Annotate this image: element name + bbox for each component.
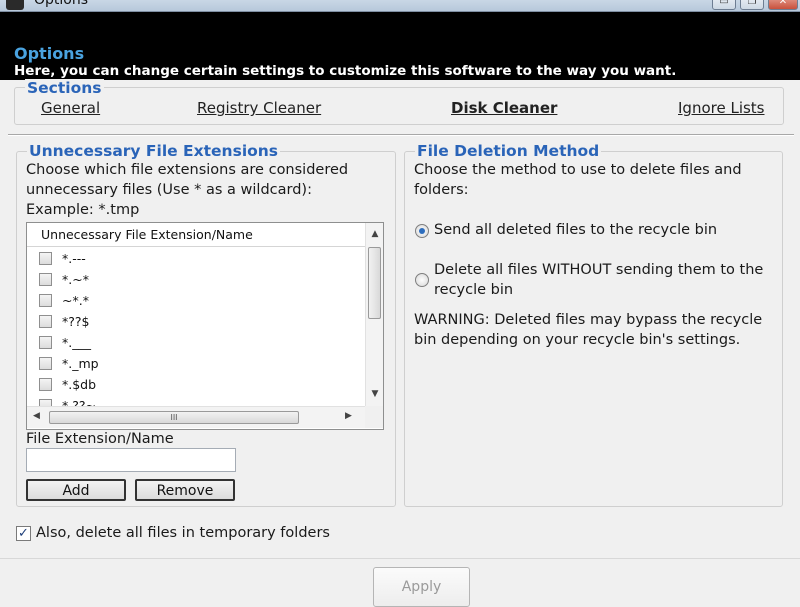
list-item[interactable]: *.$db [27, 374, 365, 395]
list-item[interactable]: ~*.* [27, 290, 365, 311]
extensions-example: Example: *.tmp [26, 202, 140, 218]
list-item[interactable]: *.___ [27, 332, 365, 353]
list-item[interactable]: *._mp [27, 353, 365, 374]
scroll-right-icon[interactable]: ▶ [345, 411, 352, 421]
list-item[interactable]: *??$ [27, 311, 365, 332]
item-name: *.___ [62, 335, 91, 350]
deletion-description-line2: folders: [414, 182, 469, 198]
add-button[interactable]: Add [26, 479, 126, 501]
remove-button[interactable]: Remove [135, 479, 235, 501]
tab-registry-cleaner[interactable]: Registry Cleaner [197, 99, 321, 117]
item-checkbox[interactable] [39, 378, 52, 391]
recycle-bin-option-label[interactable]: Send all deleted files to the recycle bi… [434, 221, 717, 240]
item-name: *.$db [62, 377, 97, 392]
temp-folders-label[interactable]: Also, delete all files in temporary fold… [36, 524, 330, 543]
footer-separator [0, 558, 800, 559]
field-label: File Extension/Name [26, 431, 174, 447]
separator [8, 134, 794, 136]
list-rows: *.--- *.~* ~*.* *??$ *.___ *._mp *.$db *… [27, 248, 365, 406]
tab-general[interactable]: General [41, 99, 100, 117]
horizontal-scroll-thumb[interactable]: III [49, 411, 299, 424]
tab-disk-cleaner[interactable]: Disk Cleaner [451, 99, 557, 117]
options-header: Options Here, you can change certain set… [0, 12, 800, 80]
vertical-scroll-thumb[interactable] [368, 247, 381, 319]
app-icon [6, 0, 24, 10]
header-subtitle: Here, you can change certain settings to… [14, 63, 677, 79]
permanent-delete-radio[interactable] [415, 273, 429, 287]
item-checkbox[interactable] [39, 252, 52, 265]
item-checkbox[interactable] [39, 273, 52, 286]
item-name: *.??~ [62, 398, 96, 406]
extensions-description-line2: unnecessary files (Use * as a wildcard): [26, 182, 312, 198]
item-name: *??$ [62, 314, 90, 329]
scroll-up-icon[interactable]: ▲ [369, 229, 381, 239]
sections-legend: Sections [25, 79, 104, 97]
extensions-list[interactable]: Unnecessary File Extension/Name *.--- *.… [26, 222, 384, 430]
extensions-description-line1: Choose which file extensions are conside… [26, 162, 349, 178]
item-name: ~*.* [62, 293, 89, 308]
item-name: *._mp [62, 356, 99, 371]
item-checkbox[interactable] [39, 336, 52, 349]
horizontal-scrollbar[interactable]: ◀ III ▶ [27, 406, 365, 428]
list-column-header[interactable]: Unnecessary File Extension/Name [27, 223, 365, 247]
item-checkbox[interactable] [39, 315, 52, 328]
minimize-button[interactable]: ▭ [712, 0, 736, 10]
list-item[interactable]: *.--- [27, 248, 365, 269]
restore-button[interactable]: ❐ [740, 0, 764, 10]
close-button[interactable]: ✕ [768, 0, 798, 10]
permanent-delete-option-line2[interactable]: recycle bin [434, 281, 513, 300]
extension-name-input[interactable] [26, 448, 236, 472]
vertical-scrollbar[interactable]: ▲ ▼ [365, 223, 383, 406]
temp-folders-checkbox[interactable]: ✓ [16, 526, 31, 541]
item-checkbox[interactable] [39, 294, 52, 307]
deletion-description-line1: Choose the method to use to delete files… [414, 162, 742, 178]
item-name: *.--- [62, 251, 86, 266]
sections-box: Sections General Registry Cleaner Disk C… [14, 79, 784, 125]
recycle-bin-radio[interactable] [415, 224, 429, 238]
header-title: Options [14, 44, 85, 63]
deletion-legend: File Deletion Method [415, 142, 602, 160]
scroll-down-icon[interactable]: ▼ [369, 389, 381, 399]
item-name: *.~* [62, 272, 89, 287]
warning-line2: bin depending on your recycle bin's sett… [414, 332, 741, 348]
permanent-delete-option-line1[interactable]: Delete all files WITHOUT sending them to… [434, 261, 763, 280]
scroll-left-icon[interactable]: ◀ [33, 411, 40, 421]
scroll-corner [365, 406, 383, 428]
tab-ignore-lists[interactable]: Ignore Lists [678, 99, 765, 117]
warning-line1: WARNING: Deleted files may bypass the re… [414, 312, 763, 328]
apply-button[interactable]: Apply [373, 567, 470, 607]
list-item[interactable]: *.~* [27, 269, 365, 290]
extensions-legend: Unnecessary File Extensions [27, 142, 281, 160]
item-checkbox[interactable] [39, 399, 52, 406]
title-bar: Options ▭ ❐ ✕ [0, 0, 800, 12]
window-title: Options [34, 0, 89, 8]
list-item[interactable]: *.??~ [27, 395, 365, 406]
item-checkbox[interactable] [39, 357, 52, 370]
